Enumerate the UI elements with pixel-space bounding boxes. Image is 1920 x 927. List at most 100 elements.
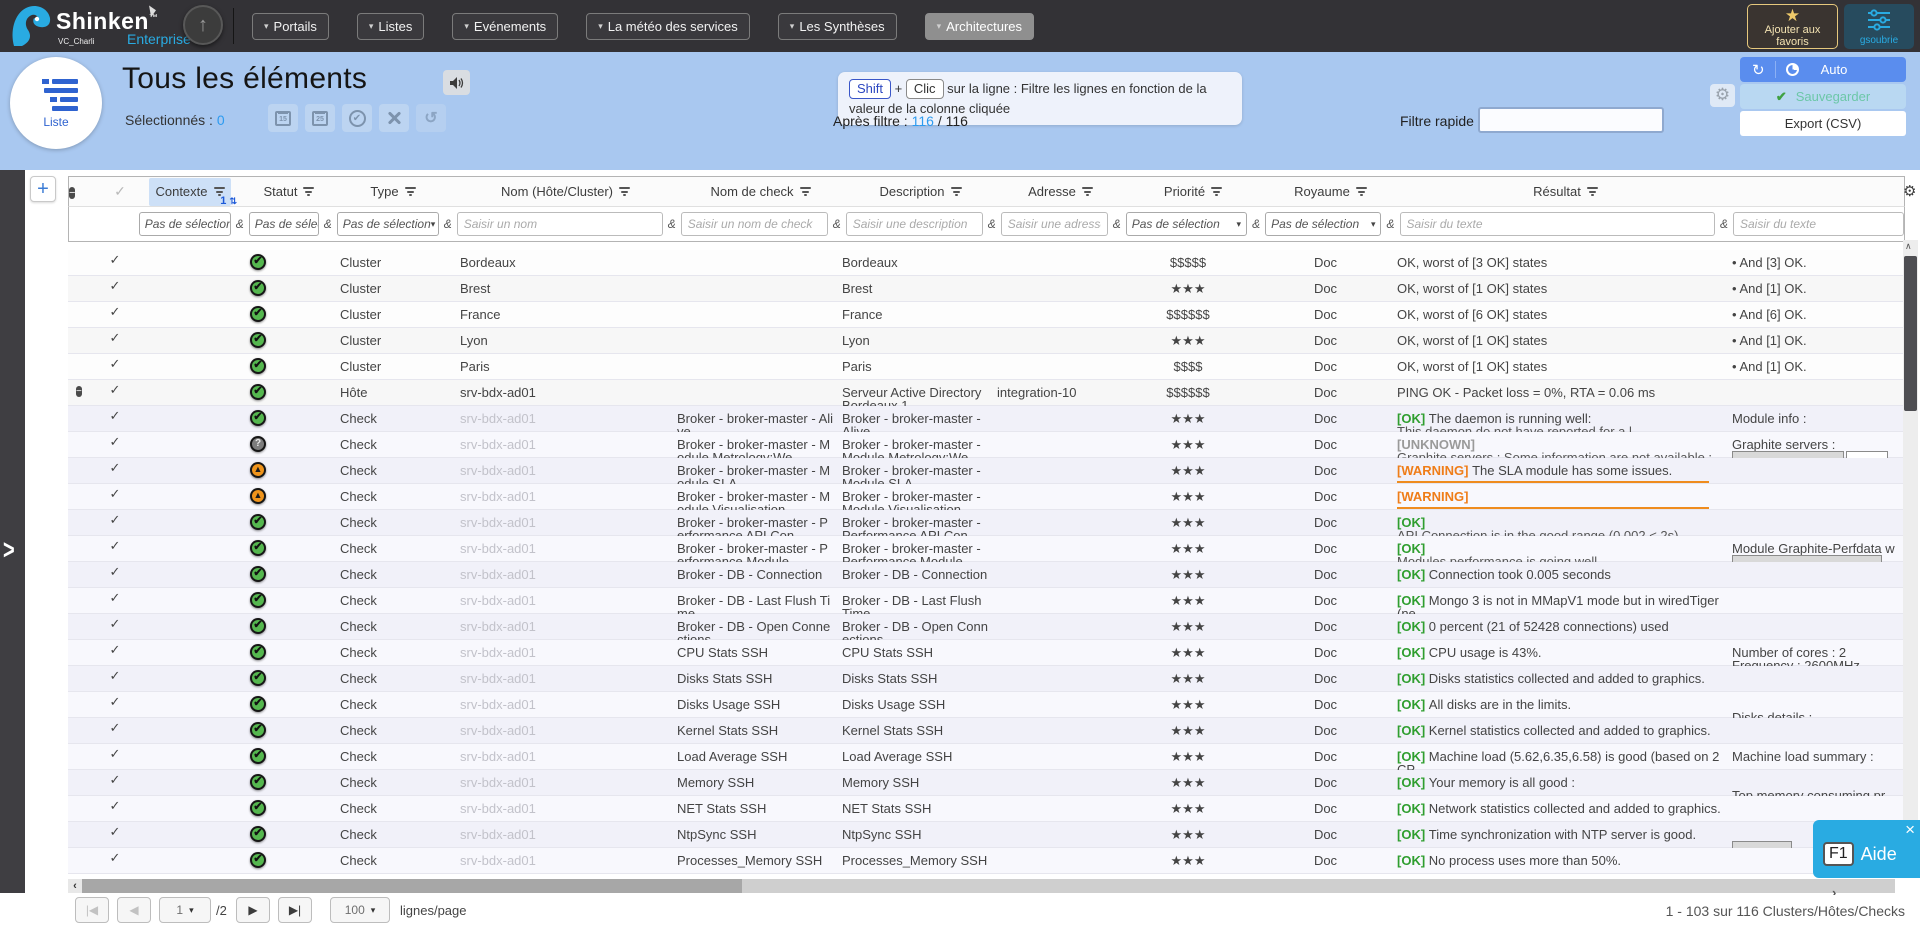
nav-menu-architectures[interactable]: ▾Architectures: [925, 13, 1034, 40]
column-header-adresse[interactable]: Adresse: [998, 177, 1123, 206]
nav-menu-la-me-te-o-des-services[interactable]: ▾La météo des services: [586, 13, 750, 40]
last-page-button[interactable]: ▶|: [278, 897, 312, 923]
filter-input-description[interactable]: [846, 212, 983, 236]
row-select-cell[interactable]: ✓: [104, 536, 134, 562]
view-settings-button[interactable]: ⚙: [1710, 84, 1735, 107]
close-icon[interactable]: ×: [1905, 820, 1915, 840]
export-csv-button[interactable]: Export (CSV): [1740, 111, 1906, 136]
filter-input-resultat[interactable]: [1400, 212, 1715, 236]
table-row-broker-broker-master-performance-module[interactable]: ✓✔Checksrv-bdx-ad01Broker - broker-maste…: [68, 536, 1905, 562]
horizontal-scroll-thumb[interactable]: [82, 879, 742, 893]
row-select-cell[interactable]: ✓: [104, 744, 134, 770]
next-page-button[interactable]: ▶: [236, 897, 270, 923]
filter-input-nom[interactable]: [457, 212, 663, 236]
table-row-net-stats-ssh[interactable]: ✓✔Checksrv-bdx-ad01NET Stats SSHNET Stat…: [68, 796, 1905, 822]
reset-button[interactable]: ↺: [416, 104, 446, 132]
column-header-description[interactable]: Description: [843, 177, 998, 206]
table-row-srv-bdx-ad01[interactable]: −✓✔Hôtesrv-bdx-ad01Serveur Active Direct…: [68, 380, 1905, 406]
row-select-cell[interactable]: ✓: [104, 250, 134, 276]
row-select-cell[interactable]: ✓: [104, 718, 134, 744]
select-mode-header-cell[interactable]: −: [69, 183, 105, 201]
row-select-cell[interactable]: ✓: [104, 562, 134, 588]
table-row-broker-broker-master-performance-api-con[interactable]: ✓✔Checksrv-bdx-ad01Broker - broker-maste…: [68, 510, 1905, 536]
filter-funnel-icon[interactable]: [303, 186, 314, 198]
filter-select-royaume[interactable]: Pas de sélection▾: [1265, 212, 1381, 236]
row-select-cell[interactable]: ✓: [104, 276, 134, 302]
acknowledge-button[interactable]: ✔: [342, 104, 372, 132]
schedule-downtime-button[interactable]: 15: [268, 104, 298, 132]
filter-select-statut[interactable]: Pas de sélection▾: [249, 212, 319, 236]
row-select-cell[interactable]: ✓: [104, 796, 134, 822]
table-row-broker-db-last-flush-time[interactable]: ✓✔Checksrv-bdx-ad01Broker - DB - Last Fl…: [68, 588, 1905, 614]
column-header-statut[interactable]: Statut: [245, 177, 333, 206]
table-row-broker-broker-master-alive[interactable]: ✓✔Checksrv-bdx-ad01Broker - broker-maste…: [68, 406, 1905, 432]
filter-funnel-icon[interactable]: [1082, 186, 1093, 198]
nav-menu-portails[interactable]: ▾Portails: [252, 13, 329, 40]
table-row-memory-ssh[interactable]: ✓✔Checksrv-bdx-ad01Memory SSHMemory SSH★…: [68, 770, 1905, 796]
filter-funnel-icon[interactable]: [800, 186, 811, 198]
row-select-cell[interactable]: ✓: [104, 666, 134, 692]
table-row-broker-db-connection[interactable]: ✓✔Checksrv-bdx-ad01Broker - DB - Connect…: [68, 562, 1905, 588]
help-label[interactable]: Aide: [1861, 844, 1897, 865]
row-select-cell[interactable]: ✓: [104, 848, 134, 874]
table-row-cpu-stats-ssh[interactable]: ✓✔Checksrv-bdx-ad01CPU Stats SSHCPU Stat…: [68, 640, 1905, 666]
table-row-disks-stats-ssh[interactable]: ✓✔Checksrv-bdx-ad01Disks Stats SSHDisks …: [68, 666, 1905, 692]
row-select-cell[interactable]: ✓: [104, 770, 134, 796]
row-select-cell[interactable]: ✓: [104, 484, 134, 510]
filter-funnel-icon[interactable]: [1587, 186, 1598, 198]
column-header-re-sultat[interactable]: Résultat: [1398, 177, 1733, 206]
scroll-left-icon[interactable]: ‹: [68, 879, 82, 893]
quick-filter-input[interactable]: [1478, 107, 1664, 133]
save-button[interactable]: ✔ Sauvegarder: [1740, 84, 1906, 109]
row-select-cell[interactable]: ✓: [104, 432, 134, 458]
filter-select-priorite[interactable]: Pas de sélection▾: [1126, 212, 1247, 236]
scroll-up-icon[interactable]: ∧: [1905, 241, 1912, 252]
horizontal-scrollbar[interactable]: ‹: [68, 879, 1895, 893]
table-row-load-average-ssh[interactable]: ✓✔Checksrv-bdx-ad01Load Average SSHLoad …: [68, 744, 1905, 770]
table-row-paris[interactable]: ✓✔ClusterParisParis$$$$DocOK, worst of […: [68, 354, 1905, 380]
user-menu-button[interactable]: gsoubrie: [1844, 4, 1914, 49]
table-row-broker-broker-master-module-visualisation[interactable]: ✓▲Checksrv-bdx-ad01Broker - broker-maste…: [68, 484, 1905, 510]
row-select-cell[interactable]: ✓: [104, 302, 134, 328]
scroll-top-button[interactable]: ↑: [183, 5, 223, 45]
filter-select-contexte[interactable]: Pas de sélection▾: [139, 212, 231, 236]
table-row-brest[interactable]: ✓✔ClusterBrestBrest★★★DocOK, worst of [1…: [68, 276, 1905, 302]
add-element-button[interactable]: +: [30, 176, 56, 202]
expand-panel-button[interactable]: >: [3, 535, 15, 567]
table-row-broker-broker-master-module-metrology-we[interactable]: ✓?Checksrv-bdx-ad01Broker - broker-maste…: [68, 432, 1905, 458]
nav-menu-les-synthe-ses[interactable]: ▾Les Synthèses: [778, 13, 897, 40]
column-header-priorite[interactable]: Priorité: [1123, 177, 1263, 206]
recheck-button[interactable]: [379, 104, 409, 132]
row-select-cell[interactable]: ✓: [104, 380, 134, 406]
column-header-contexte[interactable]: Contexte1 ⇅: [135, 177, 245, 206]
table-row-disks-usage-ssh[interactable]: ✓✔Checksrv-bdx-ad01Disks Usage SSHDisks …: [68, 692, 1905, 718]
vertical-scrollbar[interactable]: ∧: [1903, 240, 1918, 878]
select-all-header-cell[interactable]: ✓: [105, 183, 135, 200]
filter-funnel-icon[interactable]: [619, 186, 630, 198]
row-select-cell[interactable]: ✓: [104, 328, 134, 354]
table-row-france[interactable]: ✓✔ClusterFranceFrance$$$$$$DocOK, worst …: [68, 302, 1905, 328]
auto-refresh-button[interactable]: ↻ Auto: [1740, 57, 1906, 82]
table-row-processes-memory-ssh[interactable]: ✓✔Checksrv-bdx-ad01Processes_Memory SSHP…: [68, 848, 1905, 874]
row-select-cell[interactable]: ✓: [104, 692, 134, 718]
table-row-kernel-stats-ssh[interactable]: ✓✔Checksrv-bdx-ad01Kernel Stats SSHKerne…: [68, 718, 1905, 744]
filter-funnel-icon[interactable]: [951, 186, 962, 198]
nav-menu-listes[interactable]: ▾Listes: [357, 13, 425, 40]
column-header-nom-ho-te-cluster[interactable]: Nom (Hôte/Cluster): [453, 177, 678, 206]
table-row-broker-db-open-connections[interactable]: ✓✔Checksrv-bdx-ad01Broker - DB - Open Co…: [68, 614, 1905, 640]
filter-funnel-icon[interactable]: [1356, 186, 1367, 198]
table-row-broker-broker-master-module-sla[interactable]: ✓▲Checksrv-bdx-ad01Broker - broker-maste…: [68, 458, 1905, 484]
row-select-cell[interactable]: ✓: [104, 510, 134, 536]
page-select[interactable]: 1▾: [159, 897, 211, 923]
filter-input-detail[interactable]: [1733, 212, 1904, 236]
row-select-cell[interactable]: ✓: [104, 354, 134, 380]
column-settings-gear-icon[interactable]: ⚙: [1903, 182, 1916, 200]
column-header-nom-de-check[interactable]: Nom de check: [678, 177, 843, 206]
vertical-scroll-thumb[interactable]: [1904, 256, 1917, 411]
nav-menu-eve-nements[interactable]: ▾Evénements: [452, 13, 558, 40]
page-size-select[interactable]: 100▾: [330, 897, 390, 923]
row-select-cell[interactable]: ✓: [104, 406, 134, 432]
row-select-cell[interactable]: ✓: [104, 458, 134, 484]
filter-input-nom-de-check[interactable]: [681, 212, 828, 236]
row-select-cell[interactable]: ✓: [104, 588, 134, 614]
